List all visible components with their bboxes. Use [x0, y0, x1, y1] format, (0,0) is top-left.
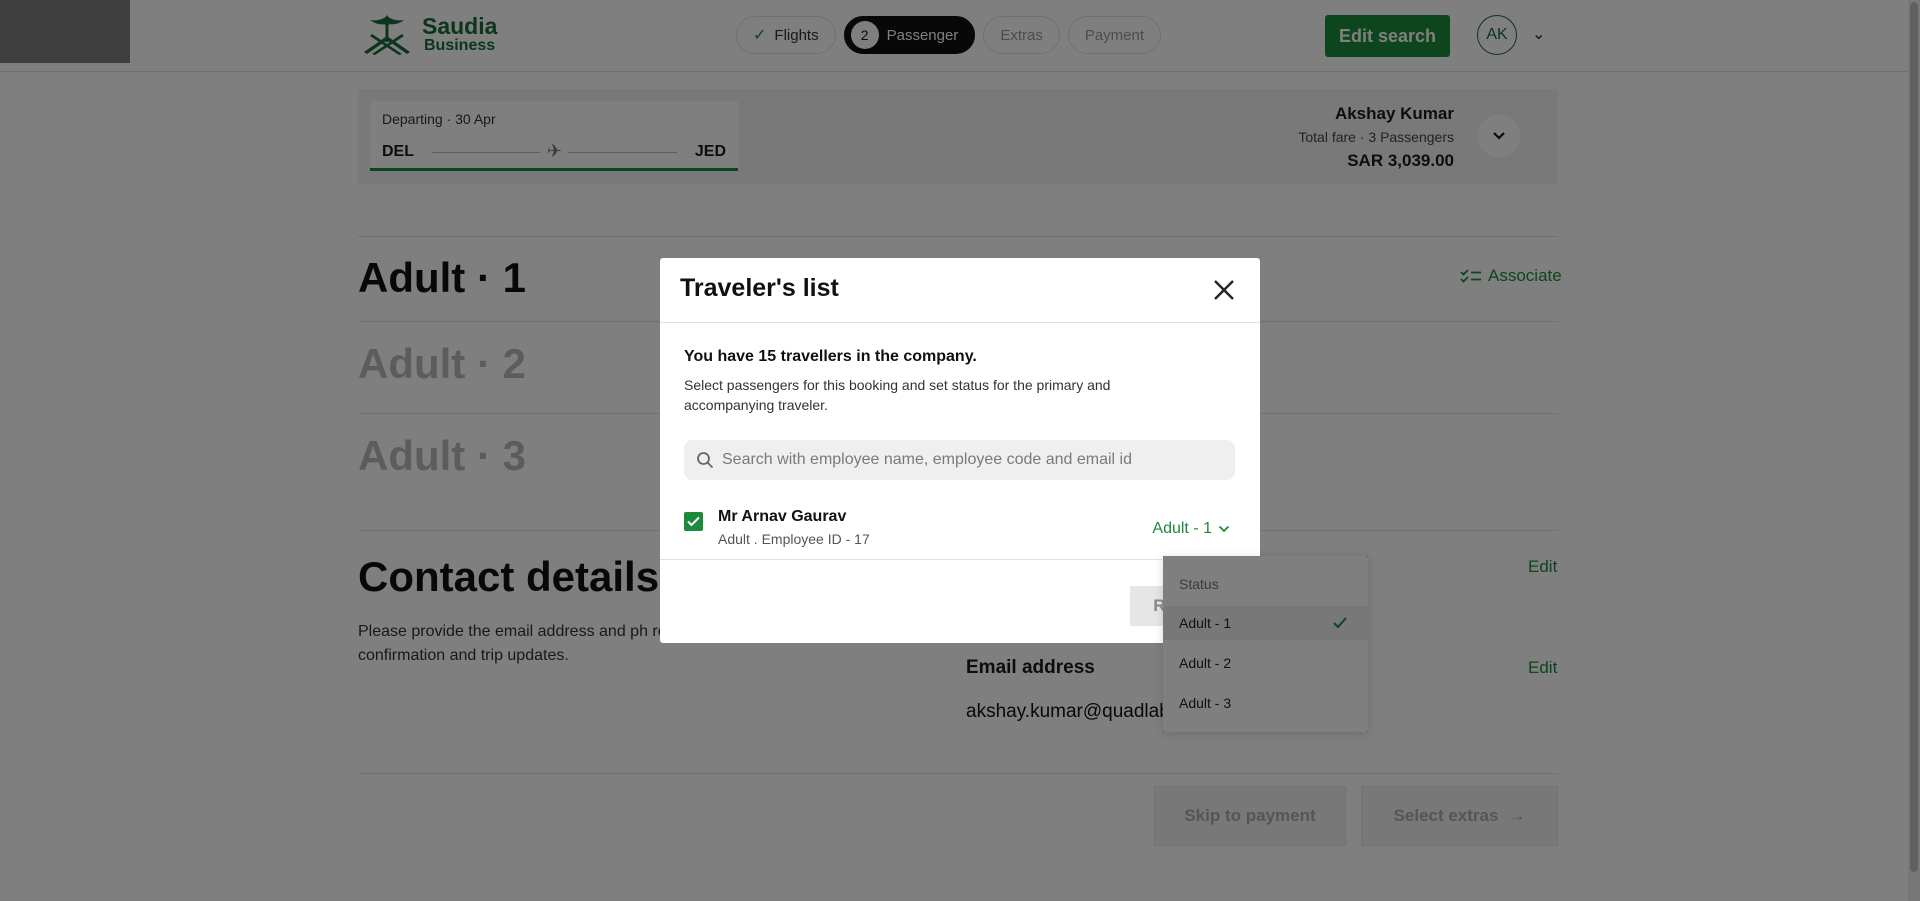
modal-header: Traveler's list: [660, 258, 1260, 323]
traveller-search[interactable]: [684, 440, 1235, 480]
chevron-down-icon: [1218, 525, 1230, 533]
modal-description: Select passengers for this booking and s…: [684, 377, 1111, 413]
modal-title: Traveler's list: [680, 274, 839, 302]
search-icon: [697, 452, 714, 469]
option-label: Adult - 2: [1179, 655, 1232, 671]
traveller-status-value: Adult - 1: [1152, 520, 1212, 537]
traveller-name: Mr Arnav Gaurav: [718, 508, 847, 525]
close-icon[interactable]: [1212, 278, 1236, 302]
traveller-meta: Adult . Employee ID - 17: [718, 531, 870, 547]
dropdown-heading: Status: [1179, 576, 1219, 592]
status-option-adult-1[interactable]: Adult - 1: [1163, 606, 1368, 640]
traveller-status-select[interactable]: Adult - 1: [1152, 520, 1230, 538]
traveller-count-text: You have 15 travellers in the company.: [684, 348, 977, 365]
status-dropdown: Status Adult - 1 Adult - 2 Adult - 3: [1163, 556, 1368, 732]
option-label: Adult - 1: [1179, 615, 1232, 631]
traveller-row[interactable]: Mr Arnav Gaurav Adult . Employee ID - 17…: [660, 498, 1260, 560]
check-icon: [1333, 617, 1347, 629]
check-icon: [687, 516, 700, 527]
search-input[interactable]: [722, 451, 1222, 469]
status-option-adult-2[interactable]: Adult - 2: [1163, 646, 1368, 680]
status-option-adult-3[interactable]: Adult - 3: [1163, 686, 1368, 720]
option-label: Adult - 3: [1179, 695, 1232, 711]
traveller-checkbox[interactable]: [684, 512, 703, 531]
